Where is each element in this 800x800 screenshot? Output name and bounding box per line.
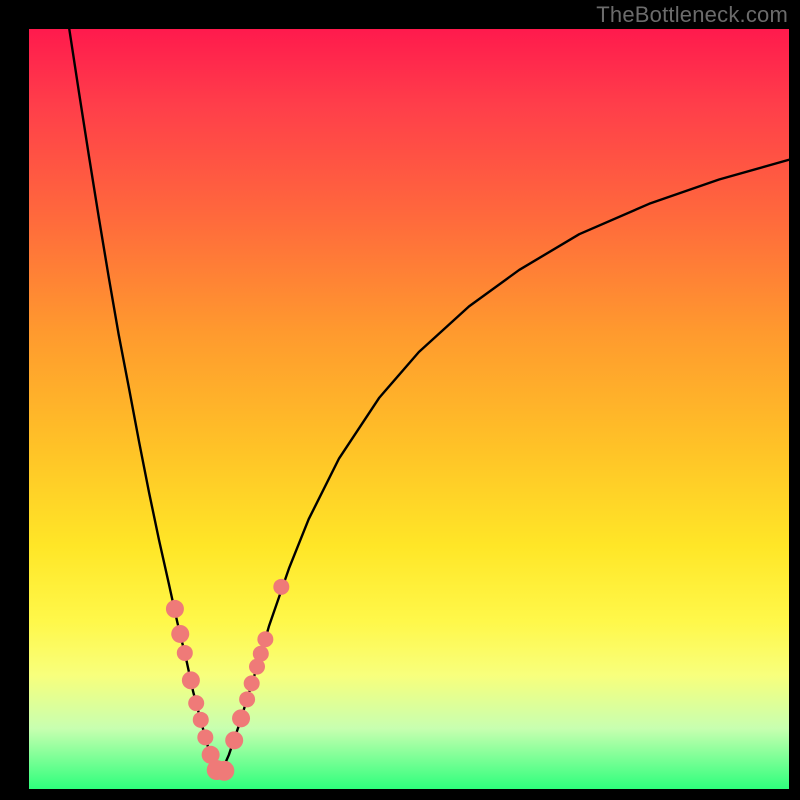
sample-point — [171, 625, 189, 643]
chart-svg — [29, 29, 789, 789]
sample-point — [193, 712, 209, 728]
sample-point — [182, 671, 200, 689]
sample-point — [253, 646, 269, 662]
plot-area — [29, 29, 789, 789]
sample-point — [273, 579, 289, 595]
sample-point — [257, 631, 273, 647]
sample-point — [197, 729, 213, 745]
sample-point — [214, 761, 234, 781]
curve-right-branch — [219, 160, 789, 778]
chart-frame: TheBottleneck.com — [0, 0, 800, 800]
watermark-text: TheBottleneck.com — [596, 2, 788, 28]
sample-point — [244, 675, 260, 691]
sample-point — [225, 731, 243, 749]
sample-point — [232, 709, 250, 727]
sample-point — [177, 645, 193, 661]
curve-left-branch — [69, 29, 219, 778]
sample-point — [188, 695, 204, 711]
sample-points — [166, 579, 289, 781]
sample-point — [239, 691, 255, 707]
sample-point — [166, 600, 184, 618]
